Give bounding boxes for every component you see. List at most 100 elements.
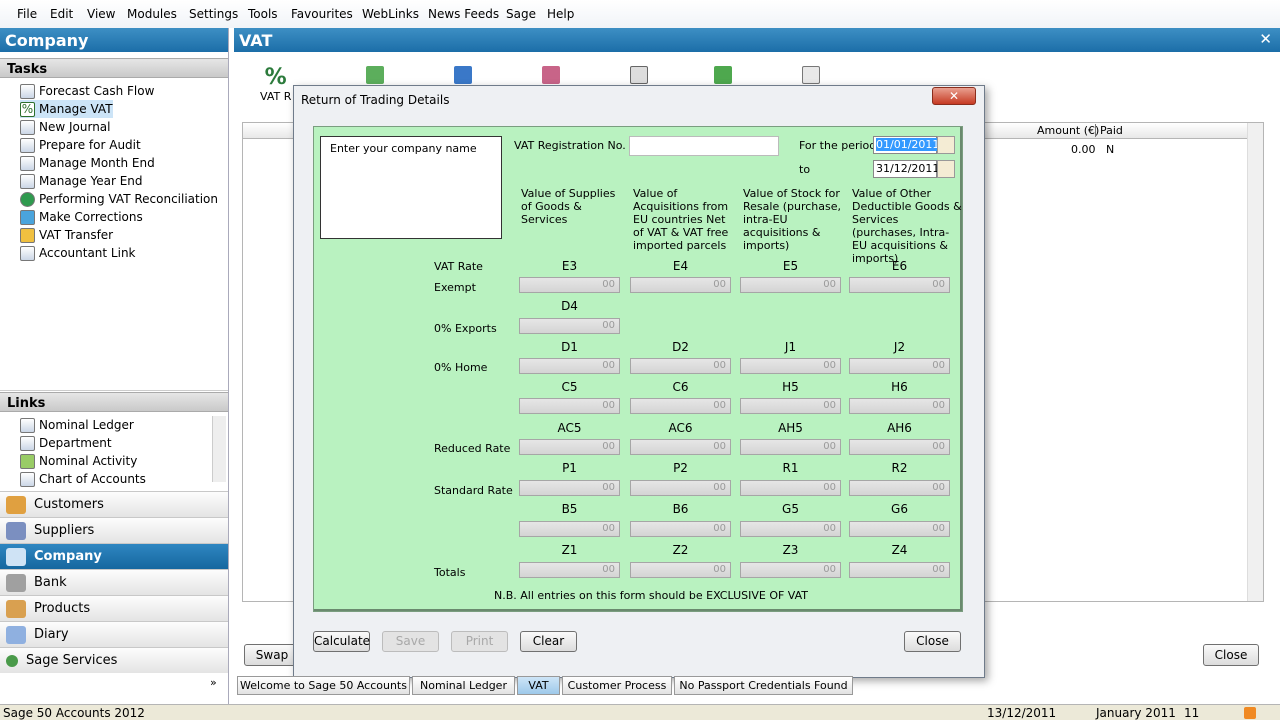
close-icon[interactable]: ✕ bbox=[1259, 30, 1272, 48]
code-label: G6 bbox=[891, 502, 908, 516]
task-month-end[interactable]: Manage Month End bbox=[20, 154, 155, 172]
code-label: J2 bbox=[893, 340, 906, 354]
audit-icon bbox=[20, 137, 35, 153]
menu-file[interactable]: File bbox=[17, 7, 37, 21]
calculate-button[interactable]: Calculate bbox=[313, 631, 370, 652]
task-new-journal[interactable]: New Journal bbox=[20, 118, 111, 136]
vat-rate-label: VAT Rate bbox=[434, 260, 483, 273]
calendar-icon[interactable] bbox=[937, 160, 955, 178]
code-label: B5 bbox=[561, 502, 578, 516]
module-products[interactable]: Products bbox=[0, 595, 228, 621]
task-forecast-cash-flow[interactable]: Forecast Cash Flow bbox=[20, 82, 154, 100]
link-label: Chart of Accounts bbox=[39, 472, 146, 486]
date-from-field[interactable]: 01/01/2011 bbox=[873, 136, 940, 154]
link-department[interactable]: Department bbox=[20, 434, 112, 452]
swap-button[interactable]: Swap bbox=[244, 644, 300, 666]
toolbar-vat-return[interactable]: % VAT R bbox=[260, 66, 291, 104]
menu-settings[interactable]: Settings bbox=[189, 7, 238, 21]
field-g6: 00 bbox=[849, 521, 950, 537]
menu-view[interactable]: View bbox=[87, 7, 115, 21]
code-label: D1 bbox=[561, 340, 578, 354]
module-company[interactable]: Company bbox=[0, 543, 228, 569]
company-name-field[interactable]: Enter your company name bbox=[320, 136, 502, 239]
print-button[interactable]: Print bbox=[451, 631, 508, 652]
magnifier-icon bbox=[630, 66, 648, 84]
save-button[interactable]: Save bbox=[382, 631, 439, 652]
menu-weblinks[interactable]: WebLinks bbox=[362, 7, 419, 21]
date-from-value: 01/01/2011 bbox=[876, 138, 940, 151]
sage-services-icon bbox=[6, 654, 18, 667]
status-date: 13/12/2011 bbox=[987, 706, 1057, 720]
menu-news-feeds[interactable]: News Feeds bbox=[428, 7, 499, 21]
amount-column-header[interactable]: Amount (€) bbox=[1037, 124, 1099, 137]
expand-chevron-icon[interactable]: » bbox=[210, 676, 217, 689]
field-r1: 00 bbox=[740, 480, 841, 496]
module-customers[interactable]: Customers bbox=[0, 491, 228, 517]
calendar-icon[interactable] bbox=[937, 136, 955, 154]
code-label: B6 bbox=[672, 502, 689, 516]
products-icon bbox=[6, 599, 26, 618]
app-name: Sage 50 Accounts 2012 bbox=[3, 706, 145, 720]
task-label: New Journal bbox=[39, 120, 111, 134]
col-header-stock: Value of Stock for Resale (purchase, int… bbox=[743, 187, 841, 252]
link-nominal-activity[interactable]: Nominal Activity bbox=[20, 452, 137, 470]
field-b6: 00 bbox=[630, 521, 731, 537]
task-manage-vat[interactable]: % Manage VAT bbox=[20, 100, 113, 118]
link-chart-of-accounts[interactable]: Chart of Accounts bbox=[20, 470, 146, 488]
code-label: R2 bbox=[891, 461, 908, 475]
task-make-corrections[interactable]: Make Corrections bbox=[20, 208, 143, 226]
tab-welcome[interactable]: Welcome to Sage 50 Accounts bbox=[237, 676, 410, 695]
reports-icon bbox=[802, 66, 820, 84]
menu-tools[interactable]: Tools bbox=[248, 7, 278, 21]
clear-button[interactable]: Clear bbox=[520, 631, 577, 652]
tab-vat[interactable]: VAT bbox=[517, 676, 560, 695]
code-label: AH6 bbox=[887, 421, 912, 435]
person-icon bbox=[20, 245, 35, 261]
info-icon bbox=[20, 191, 35, 207]
grid-scrollbar[interactable] bbox=[1247, 123, 1263, 601]
task-vat-transfer[interactable]: VAT Transfer bbox=[20, 226, 113, 244]
module-label: Customers bbox=[34, 497, 104, 512]
grid-icon bbox=[454, 66, 472, 84]
task-year-end[interactable]: Manage Year End bbox=[20, 172, 143, 190]
exclusive-note: N.B. All entries on this form should be … bbox=[494, 589, 809, 602]
menu-help[interactable]: Help bbox=[547, 7, 574, 21]
menu-edit[interactable]: Edit bbox=[50, 7, 73, 21]
field-ac5: 00 bbox=[519, 439, 620, 455]
customers-icon bbox=[6, 495, 26, 514]
code-label: AH5 bbox=[778, 421, 803, 435]
task-accountant-link[interactable]: Accountant Link bbox=[20, 244, 136, 262]
module-bank[interactable]: Bank bbox=[0, 569, 228, 595]
chart-icon bbox=[20, 471, 35, 487]
dialog-close-button[interactable]: ✕ bbox=[932, 87, 976, 105]
field-j1: 00 bbox=[740, 358, 841, 374]
module-sage-services[interactable]: Sage Services bbox=[0, 647, 228, 673]
menu-modules[interactable]: Modules bbox=[127, 7, 177, 21]
task-label: VAT Transfer bbox=[39, 228, 114, 242]
tab-nominal-ledger[interactable]: Nominal Ledger bbox=[412, 676, 515, 695]
date-to-field[interactable]: 31/12/2011 bbox=[873, 160, 939, 178]
field-c6: 00 bbox=[630, 398, 731, 414]
code-label: J1 bbox=[784, 340, 797, 354]
module-suppliers[interactable]: Suppliers bbox=[0, 517, 228, 543]
code-label: Z3 bbox=[782, 543, 799, 557]
tab-customer-process[interactable]: Customer Process bbox=[562, 676, 672, 695]
field-e6: 00 bbox=[849, 277, 950, 293]
tab-passport[interactable]: No Passport Credentials Found bbox=[674, 676, 853, 695]
task-prepare-audit[interactable]: Prepare for Audit bbox=[20, 136, 141, 154]
pane-close-button[interactable]: Close bbox=[1203, 644, 1259, 666]
code-label: Z4 bbox=[891, 543, 908, 557]
menu-sage[interactable]: Sage bbox=[506, 7, 536, 21]
links-scrollbar[interactable] bbox=[212, 416, 226, 482]
task-label: Manage VAT bbox=[39, 102, 113, 116]
dialog-close-text-button[interactable]: Close bbox=[904, 631, 961, 652]
vat-registration-input[interactable] bbox=[629, 136, 779, 156]
field-d1: 00 bbox=[519, 358, 620, 374]
rss-icon[interactable] bbox=[1244, 707, 1256, 719]
module-diary[interactable]: Diary bbox=[0, 621, 228, 647]
link-nominal-ledger[interactable]: Nominal Ledger bbox=[20, 416, 134, 434]
col-header-supplies: Value of Supplies of Goods & Services bbox=[521, 187, 616, 226]
menu-favourites[interactable]: Favourites bbox=[291, 7, 353, 21]
task-vat-reconciliation[interactable]: Performing VAT Reconciliation bbox=[20, 190, 218, 208]
paid-column-header[interactable]: Paid bbox=[1095, 124, 1123, 137]
